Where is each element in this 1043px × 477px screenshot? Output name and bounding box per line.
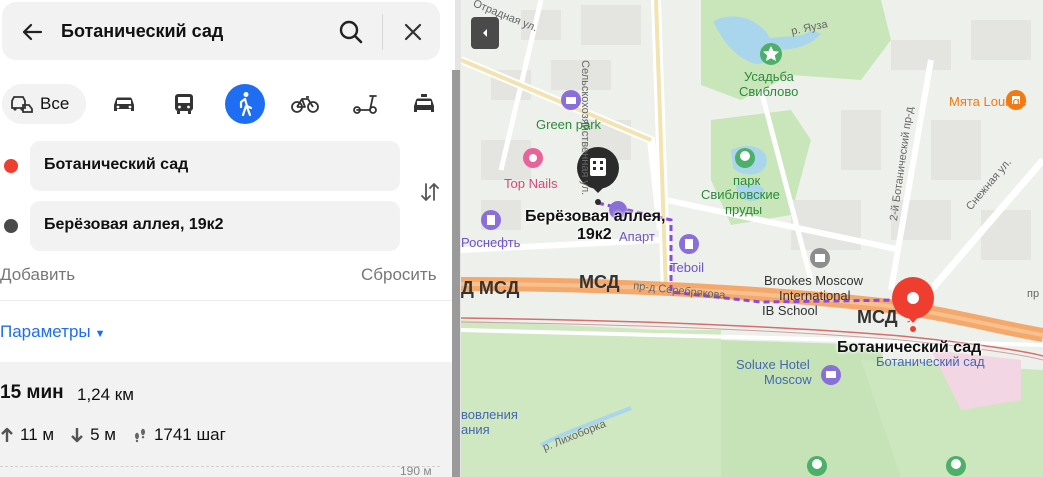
mode-taxi[interactable] (404, 84, 444, 124)
start-marker-label-2[interactable]: 19к2 (577, 226, 612, 244)
route-panel: Ботанический сад Все Ботанический сад Бе… (0, 0, 455, 477)
elevation-max-label: 190 м (400, 464, 432, 477)
bus-icon (175, 94, 193, 114)
map-label-vovleniya-1: вовления (461, 407, 518, 422)
msd-label-mid: МСД (579, 272, 620, 292)
scooter-icon (353, 95, 377, 114)
map-label-park-2[interactable]: Свибловские (701, 187, 780, 202)
map-label-soluxe-1[interactable]: Soluxe Hotel (736, 357, 810, 372)
map-label-green-park[interactable]: Green park (536, 117, 601, 132)
msd-label-right: МСД (857, 307, 898, 327)
ascent-stat: 11 м (0, 425, 54, 445)
map-label-usadba-2[interactable]: Свиблово (739, 84, 798, 99)
car-icon (114, 97, 134, 111)
search-bar[interactable]: Ботанический сад (2, 2, 440, 60)
clear-button[interactable] (398, 17, 428, 47)
add-point-link[interactable]: Добавить (0, 265, 75, 285)
search-query[interactable]: Ботанический сад (61, 21, 223, 42)
chevron-left-icon (483, 29, 487, 37)
elevation-chart-axis (0, 466, 440, 467)
descent-stat: 5 м (70, 425, 116, 445)
back-button[interactable] (18, 18, 46, 46)
close-icon (404, 23, 422, 41)
route-duration: 15 мин (0, 382, 64, 403)
taxi-icon (414, 94, 434, 112)
search-divider (382, 14, 383, 50)
route-distance: 1,24 км (77, 385, 134, 404)
mode-all-label: Все (40, 94, 70, 113)
map-label-soluxe-2[interactable]: Moscow (764, 372, 812, 387)
map-view[interactable]: Отрадная ул. Сельскохозяйственная ул. р.… (461, 0, 1043, 477)
mode-bus[interactable] (164, 84, 204, 124)
steps-stat: 1741 шаг (132, 425, 226, 445)
search-icon (339, 20, 363, 44)
params-dropdown[interactable]: Параметры ▼ (0, 322, 106, 342)
steps-value: 1741 шаг (153, 425, 226, 444)
arrow-up-icon (1, 427, 13, 442)
map-label-brookes-3[interactable]: IB School (762, 303, 818, 318)
ascent-value: 11 м (20, 425, 55, 444)
descent-value: 5 м (90, 425, 116, 444)
mode-car[interactable] (104, 84, 144, 124)
map-label-brookes-1[interactable]: Brookes Moscow (764, 273, 863, 288)
reset-link[interactable]: Сбросить (361, 265, 437, 285)
street-label-pr: пр (1027, 288, 1040, 300)
triangle-down-icon: ▼ (94, 328, 106, 340)
collapse-panel-button[interactable] (471, 17, 499, 49)
mode-pedestrian[interactable] (225, 84, 265, 124)
transport-modes: Все (0, 82, 452, 126)
route-stats: 11 м 5 м 1741 шаг (0, 424, 242, 446)
arrow-down-icon (71, 428, 83, 443)
swap-icon (421, 183, 439, 201)
all-transport-icon (11, 96, 33, 113)
mode-all[interactable]: Все (2, 84, 86, 124)
search-button[interactable] (336, 17, 366, 47)
mode-bicycle[interactable] (285, 84, 325, 124)
map-label-brookes-2[interactable]: International (779, 288, 851, 303)
panel-scrollbar[interactable] (452, 70, 460, 477)
map-label-rosneft[interactable]: Роснефть (461, 235, 520, 250)
swap-route-button[interactable] (416, 178, 444, 206)
route-result-card[interactable]: 15 мин 1,24 км 11 м 5 м 1741 шаг 190 м (0, 362, 452, 477)
map-label-vovleniya-2: ания (461, 422, 490, 437)
map-label-usadba-1[interactable]: Усадьба (744, 69, 794, 84)
map-label-apart[interactable]: Апарт (619, 229, 655, 244)
route-to-field[interactable]: Берёзовая аллея, 19к2 (30, 201, 400, 251)
map-label-park-3[interactable]: пруды (725, 202, 762, 217)
to-point-dot (4, 219, 18, 233)
map-label-park-1[interactable]: парк (733, 173, 760, 188)
map-label-myata[interactable]: Мята Lounge (949, 94, 1027, 109)
route-from-field[interactable]: Ботанический сад (30, 141, 400, 191)
params-label: Параметры (0, 322, 91, 341)
pedestrian-icon (239, 92, 253, 117)
end-marker-label[interactable]: Ботанический сад (837, 339, 981, 357)
start-marker-label-1[interactable]: Берёзовая аллея, (525, 208, 665, 226)
bicycle-icon (291, 96, 319, 113)
mode-scooter[interactable] (345, 84, 385, 124)
route-from-text: Ботанический сад (44, 156, 189, 173)
map-label-top-nails[interactable]: Top Nails (504, 176, 557, 191)
arrow-left-icon (22, 23, 43, 41)
footprints-icon (134, 428, 145, 443)
msd-label-left: Д МСД (461, 278, 520, 298)
from-point-dot (4, 159, 18, 173)
divider (0, 300, 452, 301)
map-label-teboil[interactable]: Teboil (670, 260, 704, 275)
route-to-text: Берёзовая аллея, 19к2 (44, 216, 224, 233)
